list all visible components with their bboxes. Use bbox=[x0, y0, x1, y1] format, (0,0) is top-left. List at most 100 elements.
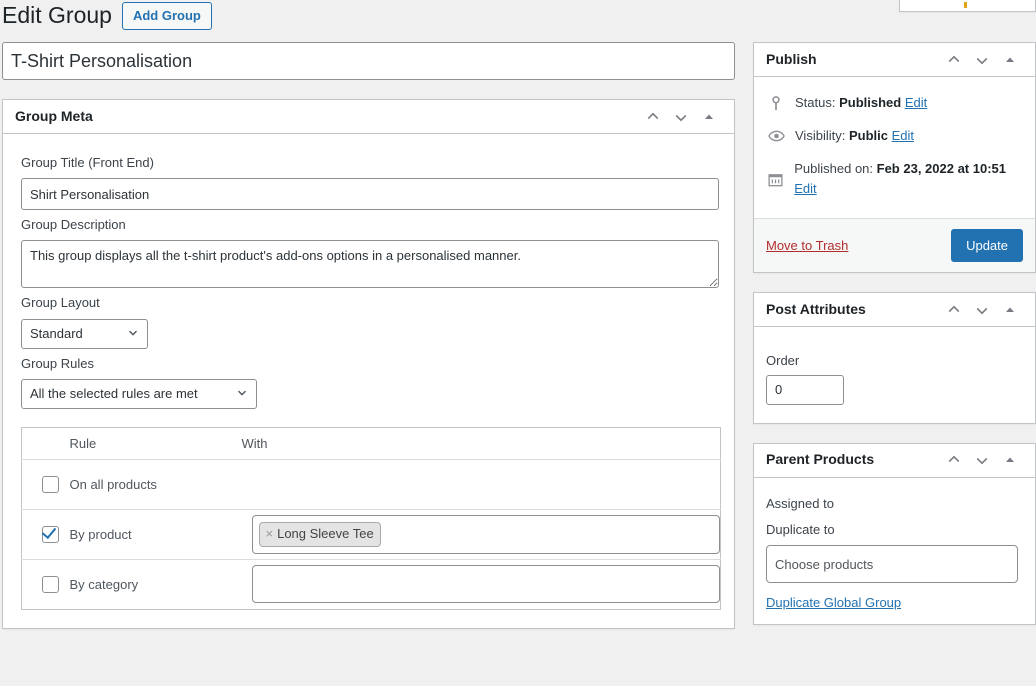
choose-products-input[interactable] bbox=[766, 545, 1018, 584]
pin-icon bbox=[766, 95, 786, 111]
panel-nib-marker bbox=[964, 2, 967, 8]
rule-with-cell bbox=[241, 459, 721, 510]
table-row: On all products bbox=[21, 459, 721, 510]
publish-actions: Move to Trash Update bbox=[754, 218, 1035, 273]
chevron-down-icon bbox=[126, 325, 140, 342]
assigned-to-label: Assigned to bbox=[766, 495, 834, 511]
toggle-panel-icon[interactable] bbox=[997, 297, 1023, 323]
product-token-label: Long Sleeve Tee bbox=[277, 526, 374, 541]
by-product-token-field[interactable]: × Long Sleeve Tee bbox=[251, 515, 720, 554]
group-rules-value: All the selected rules are met bbox=[30, 386, 198, 402]
publish-status-value: Published bbox=[839, 95, 902, 110]
rules-table-body: On all products By product × Long Sleeve… bbox=[21, 459, 721, 609]
eye-icon bbox=[766, 130, 786, 142]
post-attributes-header: Post Attributes bbox=[754, 293, 1035, 328]
group-meta-body: Group Title (Front End) Group Descriptio… bbox=[3, 134, 734, 628]
publish-visibility-label: Visibility: Public Edit bbox=[795, 126, 914, 147]
duplicate-to-label: Duplicate to bbox=[766, 522, 835, 538]
publish-date-row: Published on: Feb 23, 2022 at 10:51 Edit bbox=[766, 153, 1023, 207]
update-button[interactable]: Update bbox=[951, 229, 1023, 263]
group-meta-title: Group Meta bbox=[15, 107, 93, 124]
publish-date-label: Published on: Feb 23, 2022 at 10:51 Edit bbox=[794, 159, 1023, 201]
calendar-icon bbox=[766, 172, 785, 187]
product-token[interactable]: × Long Sleeve Tee bbox=[258, 522, 381, 547]
post-title-input[interactable] bbox=[2, 42, 735, 80]
rule-with-cell bbox=[242, 559, 721, 609]
rule-label-cell: By category bbox=[69, 576, 139, 592]
group-title-input[interactable] bbox=[21, 178, 719, 211]
group-description-label: Group Description bbox=[21, 217, 126, 233]
group-layout-select[interactable]: Standard bbox=[21, 318, 148, 349]
duplicate-global-group-link[interactable]: Duplicate Global Group bbox=[766, 595, 901, 610]
rule-checkbox-cell bbox=[21, 509, 70, 560]
move-up-icon[interactable] bbox=[941, 47, 967, 73]
move-up-icon[interactable] bbox=[941, 297, 967, 323]
publish-handle-actions bbox=[941, 47, 1023, 73]
parent-products-header: Parent Products bbox=[754, 444, 1035, 478]
parent-products-title: Parent Products bbox=[766, 451, 875, 468]
publish-panel: Publish Status: Published Edit Visibilit… bbox=[753, 42, 1036, 274]
publish-status-edit-link[interactable]: Edit bbox=[905, 95, 927, 110]
group-layout-value: Standard bbox=[30, 326, 83, 342]
group-description-textarea[interactable]: This group displays all the t-shirt prod… bbox=[21, 240, 719, 289]
rules-header-rule: Rule bbox=[69, 427, 242, 460]
rule-checkbox-by-product[interactable] bbox=[42, 525, 59, 543]
move-down-icon[interactable] bbox=[668, 104, 694, 130]
move-to-trash-link[interactable]: Move to Trash bbox=[766, 238, 848, 253]
publish-date-prefix: Published on: bbox=[794, 160, 874, 176]
group-title-label: Group Title (Front End) bbox=[21, 155, 154, 170]
rules-header-checkbox bbox=[21, 427, 70, 460]
move-down-icon[interactable] bbox=[969, 47, 995, 73]
publish-date-edit-link[interactable]: Edit bbox=[794, 181, 816, 196]
group-meta-panel: Group Meta Group Title (Front End) Group… bbox=[2, 99, 735, 629]
group-meta-handle-actions bbox=[640, 104, 722, 130]
add-group-button[interactable]: Add Group bbox=[121, 2, 212, 30]
publish-body: Status: Published Edit Visibility: Publi… bbox=[754, 77, 1035, 218]
order-input[interactable] bbox=[766, 374, 844, 405]
group-rules-label: Group Rules bbox=[21, 355, 94, 371]
publish-status-prefix: Status: bbox=[795, 95, 836, 110]
close-icon[interactable]: × bbox=[266, 527, 274, 540]
toggle-panel-icon[interactable] bbox=[696, 104, 722, 130]
chevron-down-icon bbox=[235, 385, 249, 402]
toggle-panel-icon[interactable] bbox=[997, 447, 1023, 473]
move-up-icon[interactable] bbox=[640, 104, 666, 130]
post-attributes-title: Post Attributes bbox=[766, 300, 866, 317]
group-meta-header: Group Meta bbox=[3, 100, 734, 134]
parent-products-handle-actions bbox=[941, 447, 1023, 473]
order-label: Order bbox=[766, 353, 800, 369]
group-layout-label: Group Layout bbox=[21, 295, 100, 311]
publish-status-label: Status: Published Edit bbox=[795, 93, 927, 114]
page-title: Edit Group bbox=[2, 2, 112, 29]
rule-checkbox-on-all-products[interactable] bbox=[42, 475, 59, 493]
sidebar-column: Publish Status: Published Edit Visibilit… bbox=[753, 42, 1036, 644]
toggle-panel-icon[interactable] bbox=[997, 47, 1023, 73]
rule-checkbox-cell bbox=[21, 459, 70, 510]
group-rules-select[interactable]: All the selected rules are met bbox=[21, 378, 257, 409]
main-column: Group Meta Group Title (Front End) Group… bbox=[2, 42, 735, 629]
table-row: By product × Long Sleeve Tee bbox=[21, 509, 721, 560]
rules-table-head: Rule With bbox=[21, 427, 721, 460]
rule-label-cell: By product bbox=[69, 509, 242, 560]
rule-checkbox-cell bbox=[22, 559, 70, 609]
publish-visibility-row: Visibility: Public Edit bbox=[766, 120, 1023, 153]
publish-date-value: Feb 23, 2022 at 10:51 bbox=[876, 160, 1006, 176]
publish-visibility-edit-link[interactable]: Edit bbox=[892, 128, 914, 143]
rule-with-cell: × Long Sleeve Tee bbox=[241, 509, 721, 560]
rule-checkbox-by-category[interactable] bbox=[42, 575, 59, 593]
move-down-icon[interactable] bbox=[969, 447, 995, 473]
by-category-token-field[interactable] bbox=[251, 565, 720, 604]
publish-status-row: Status: Published Edit bbox=[766, 87, 1023, 120]
move-down-icon[interactable] bbox=[969, 297, 995, 323]
page-header: Edit Group Add Group bbox=[0, 0, 212, 32]
publish-title: Publish bbox=[766, 50, 817, 67]
table-row: By category bbox=[22, 559, 721, 609]
publish-visibility-value: Public bbox=[848, 127, 888, 143]
rule-label-cell: On all products bbox=[69, 459, 242, 510]
parent-products-panel: Parent Products Assigned to Duplicate to… bbox=[753, 442, 1036, 626]
post-attributes-handle-actions bbox=[941, 297, 1023, 323]
rules-header-with: With bbox=[241, 427, 721, 460]
post-attributes-panel: Post Attributes Order bbox=[753, 292, 1036, 424]
publish-visibility-prefix: Visibility: bbox=[795, 127, 846, 143]
move-up-icon[interactable] bbox=[941, 447, 967, 473]
